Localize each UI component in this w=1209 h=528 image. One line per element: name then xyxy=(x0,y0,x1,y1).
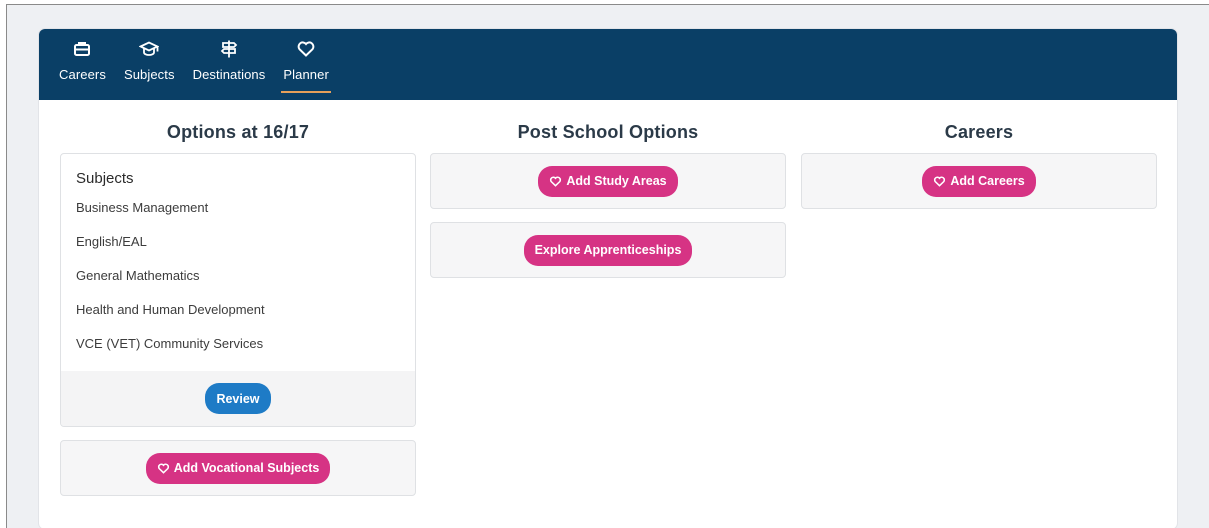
planner-card: Careers Subjects Destinations Planner Op… xyxy=(39,29,1177,528)
nav-item-planner[interactable]: Planner xyxy=(281,39,331,95)
add-vocational-subjects-button[interactable]: Add Vocational Subjects xyxy=(145,452,331,484)
nav-item-label: Careers xyxy=(59,67,106,82)
careers-panel: Add Careers xyxy=(801,153,1157,209)
review-button[interactable]: Review xyxy=(205,383,271,414)
heart-icon xyxy=(934,175,946,187)
heart-icon xyxy=(157,462,169,474)
post-school-title: Post School Options xyxy=(517,122,699,142)
list-item: VCE (VET) Community Services xyxy=(76,336,264,351)
study-areas-panel: Add Study Areas xyxy=(430,153,786,209)
list-item: Health and Human Development xyxy=(76,302,265,317)
add-careers-button[interactable]: Add Careers xyxy=(922,165,1036,197)
vocational-panel: Add Vocational Subjects xyxy=(60,440,416,496)
planner-content: Options at 16/17 Subjects Business Manag… xyxy=(39,100,1177,528)
heart-icon xyxy=(550,175,562,187)
subjects-panel: Subjects Business Management English/EAL… xyxy=(60,153,416,427)
subjects-footer: Review xyxy=(61,371,415,426)
apprenticeships-panel: Explore Apprenticeships xyxy=(430,222,786,278)
button-label: Add Vocational Subjects xyxy=(173,461,320,475)
add-study-areas-button[interactable]: Add Study Areas xyxy=(538,165,678,197)
nav-item-label: Destinations xyxy=(192,67,266,82)
list-item: General Mathematics xyxy=(76,268,200,283)
heart-icon xyxy=(297,41,315,57)
list-item: English/EAL xyxy=(76,234,147,249)
nav-item-subjects[interactable]: Subjects xyxy=(124,39,175,95)
careers-column: Careers Add Careers xyxy=(801,100,1157,222)
post-school-column: Post School Options Add Study Areas Expl… xyxy=(430,100,786,291)
button-label: Add Careers xyxy=(950,174,1025,188)
options-column: Options at 16/17 Subjects Business Manag… xyxy=(60,100,416,509)
subjects-heading: Subjects xyxy=(76,170,134,187)
graduation-cap-icon xyxy=(139,41,160,56)
list-item: Business Management xyxy=(76,200,209,215)
nav-item-label: Subjects xyxy=(123,67,175,82)
top-nav: Careers Subjects Destinations Planner xyxy=(39,29,1177,100)
subjects-list: Business Management English/EAL General … xyxy=(61,187,415,369)
nav-item-destinations[interactable]: Destinations xyxy=(193,39,266,95)
button-label: Add Study Areas xyxy=(566,174,667,188)
explore-apprenticeships-button[interactable]: Explore Apprenticeships xyxy=(523,234,693,266)
options-title: Options at 16/17 xyxy=(166,122,310,142)
careers-title: Careers xyxy=(944,122,1014,142)
nav-item-label: Planner xyxy=(283,67,329,82)
briefcase-icon xyxy=(74,42,91,56)
signpost-icon xyxy=(220,40,238,58)
app-frame: Careers Subjects Destinations Planner Op… xyxy=(6,4,1209,528)
nav-item-careers[interactable]: Careers xyxy=(59,39,106,95)
